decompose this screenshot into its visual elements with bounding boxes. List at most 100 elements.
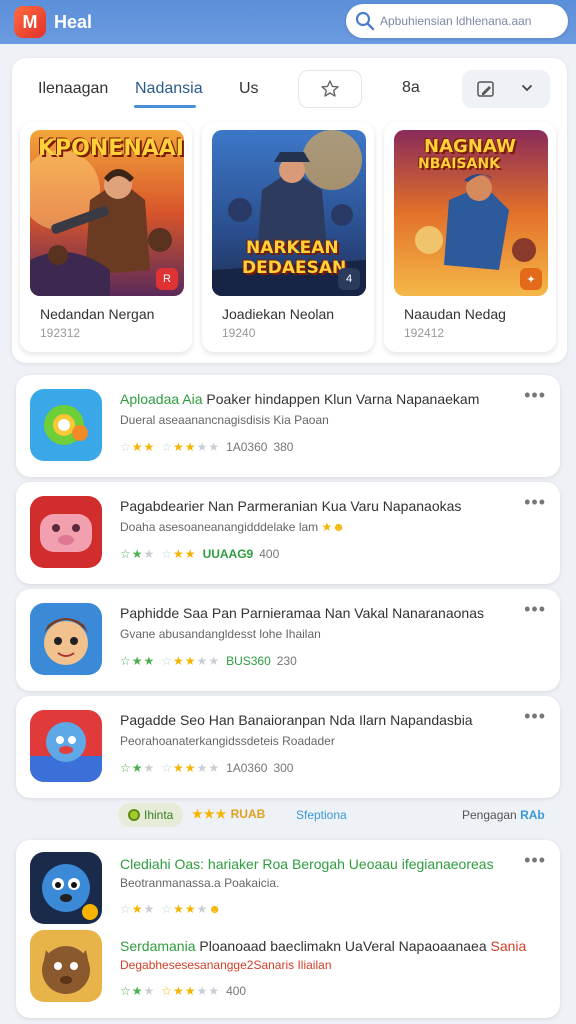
game-badge: 4 (338, 268, 360, 290)
rating-stars: ☆★★ (120, 761, 156, 775)
more-options-icon[interactable]: ••• (524, 706, 546, 727)
rating-filter-label: RUAB (230, 807, 266, 821)
cover-title: NAGNAW (424, 136, 516, 157)
app-subtitle: Gvane abusandangldesst lohe Ihailan (120, 627, 321, 641)
more-options-icon[interactable]: ••• (524, 385, 546, 406)
app-title-end: Sania (486, 938, 527, 954)
tab-nadansia[interactable]: Nadansia (135, 80, 203, 98)
review-count: 400 (259, 547, 280, 561)
list-item[interactable]: Paphidde Saa Pan Parnieramaa Nan Vakal N… (16, 589, 560, 691)
app-title-text: Pagadde Seo Han Banaioranpan Nda Ilarn N… (120, 712, 473, 728)
sort-option[interactable]: Sfeptiona (296, 808, 347, 822)
app-logo[interactable]: M (14, 6, 46, 38)
card-title: Naaudan Nedag (404, 306, 506, 322)
rating-stars: ☆★★★★ (161, 440, 221, 454)
cover-subtitle: NBAISANK (418, 156, 500, 172)
app-title: Serdamania Ploanoaad baeclimakn UaVeral … (120, 938, 526, 954)
app-subtitle: Degabhesesesanangge2Sanaris Iliailan (120, 958, 332, 972)
rating-stars: ☆★★★★ (161, 654, 221, 668)
list-item[interactable]: Pagabdearier Nan Parmeranian Kua Varu Na… (16, 482, 560, 584)
tab-us[interactable]: Us (239, 80, 259, 98)
filter-dot-icon (128, 809, 140, 821)
rating-stars: ☆★★ (120, 654, 156, 668)
featured-card[interactable]: KPONENAAI R Nedandan Nergan 192312 (20, 122, 192, 352)
rating-filter[interactable]: ★★★ RUAB (192, 807, 265, 821)
rating-code: UUAAG9 (202, 547, 254, 561)
more-options-icon[interactable]: ••• (524, 492, 546, 513)
app-title: Pagadde Seo Han Banaioranpan Nda Ilarn N… (120, 712, 473, 728)
app-rating: ☆★★ ☆★★★★ 1A0360 300 (120, 761, 293, 775)
page-indicator-highlight: RAb (520, 808, 545, 822)
search-input[interactable]: Apbuhiensian ldhlenana.aan (346, 4, 568, 38)
logo-letter: M (22, 11, 38, 32)
game-badge: ✦ (520, 268, 542, 290)
app-title: Pagabdearier Nan Parmeranian Kua Varu Na… (120, 498, 461, 514)
app-icon (30, 603, 102, 675)
featured-card[interactable]: NAGNAW NBAISANK ✦ Naaudan Nedag 192412 (384, 122, 556, 352)
app-rating: ☆★★ ☆★★★★ 400 (120, 984, 246, 998)
app-subtitle: Peorahoanaterkangidssdeteis Roadader (120, 734, 335, 748)
game-cover-art: KPONENAAI R (30, 130, 184, 296)
active-tab-indicator (134, 105, 196, 108)
edit-icon (477, 81, 494, 97)
page-indicator-label: Pengagan (462, 808, 517, 822)
rating-stars: ☆★★ (161, 547, 197, 561)
search-icon (355, 11, 375, 31)
card-number: 19240 (222, 326, 256, 340)
app-subtitle: Dueral aseaanancnagisdisis Kia Paoan (120, 413, 329, 427)
more-options-icon[interactable]: ••• (524, 850, 546, 871)
app-icon (30, 930, 102, 1002)
page-indicator[interactable]: Pengagan RAb (462, 808, 545, 822)
app-subtitle-text: Doaha asesoaneanangidddelake lam (120, 520, 319, 534)
card-title: Nedandan Nergan (40, 306, 155, 322)
chip-label: Ihinta (144, 808, 174, 822)
app-title: Clediahi Oas: hariaker Roa Berogah Ueoaa… (120, 856, 494, 872)
rating-stars: ☆★★★☻ (161, 902, 222, 916)
rating-code: BUS360 (226, 654, 271, 668)
game-badge: R (156, 268, 178, 290)
view-dropdown[interactable] (462, 70, 550, 108)
rating-stars: ☆★★ (120, 902, 156, 916)
rating-stars: ☆★★ (120, 984, 156, 998)
review-count: 400 (226, 984, 247, 998)
review-count: 300 (273, 761, 294, 775)
top-bar: M Heal Apbuhiensian ldhlenana.aan (0, 0, 576, 44)
app-title: Heal (54, 12, 93, 32)
app-rating: ☆★★ ☆★★ UUAAG9 400 (120, 547, 279, 561)
app-title-highlight: Serdamania (120, 938, 196, 954)
favorite-button[interactable] (298, 70, 362, 108)
rating-stars: ☆★★ (120, 440, 156, 454)
search-placeholder: Apbuhiensian ldhlenana.aan (380, 14, 532, 28)
recommendations-card: Clediahi Oas: hariaker Roa Berogah Ueoaa… (16, 840, 560, 1018)
rating-code: 1A0360 (226, 440, 268, 454)
app-title: Aploadaa Aia Poaker hindappen Klun Varna… (120, 391, 479, 407)
tab-extra[interactable]: 8a (402, 79, 420, 97)
game-cover-art: NARKEAN DEDAESAN 4 (212, 130, 366, 296)
app-icon (30, 710, 102, 782)
card-title: Joadiekan Neolan (222, 306, 335, 322)
app-rating: ☆★★ ☆★★★☻ (120, 902, 222, 916)
app-title: Paphidde Saa Pan Parnieramaa Nan Vakal N… (120, 605, 484, 621)
app-rating: ☆★★ ☆★★★★ BUS360 230 (120, 654, 297, 668)
rating-stars: ☆★★ (120, 547, 156, 561)
more-options-icon[interactable]: ••• (524, 599, 546, 620)
app-icon (30, 496, 102, 568)
tab-ilenaagan[interactable]: Ilenaagan (38, 80, 108, 98)
filter-chip[interactable]: Ihinta (118, 803, 184, 827)
game-cover-art: NAGNAW NBAISANK ✦ (394, 130, 548, 296)
star-outline-icon (321, 80, 339, 97)
featured-card[interactable]: NARKEAN DEDAESAN 4 Joadiekan Neolan 1924… (202, 122, 374, 352)
rating-code: 1A0360 (226, 761, 268, 775)
app-title-text: Pagabdearier Nan Parmeranian Kua Varu Na… (120, 498, 462, 514)
app-icon (30, 852, 102, 924)
app-rating: ☆★★ ☆★★★★ 1A0360 380 (120, 440, 293, 454)
app-title-text: Ploanoaad baeclimakn UaVeral Napaoaanaea (195, 938, 487, 954)
card-number: 192312 (40, 326, 81, 340)
review-count: 380 (273, 440, 294, 454)
cover-subtitle: DEDAESAN (242, 258, 347, 278)
app-title-highlight: Aploadaa Aia (120, 391, 203, 407)
app-icon (30, 389, 102, 461)
app-title-text: Poaker hindappen Klun Varna Napanaekam (202, 391, 480, 407)
list-item[interactable]: Pagadde Seo Han Banaioranpan Nda Ilarn N… (16, 696, 560, 798)
list-item[interactable]: Aploadaa Aia Poaker hindappen Klun Varna… (16, 375, 560, 477)
